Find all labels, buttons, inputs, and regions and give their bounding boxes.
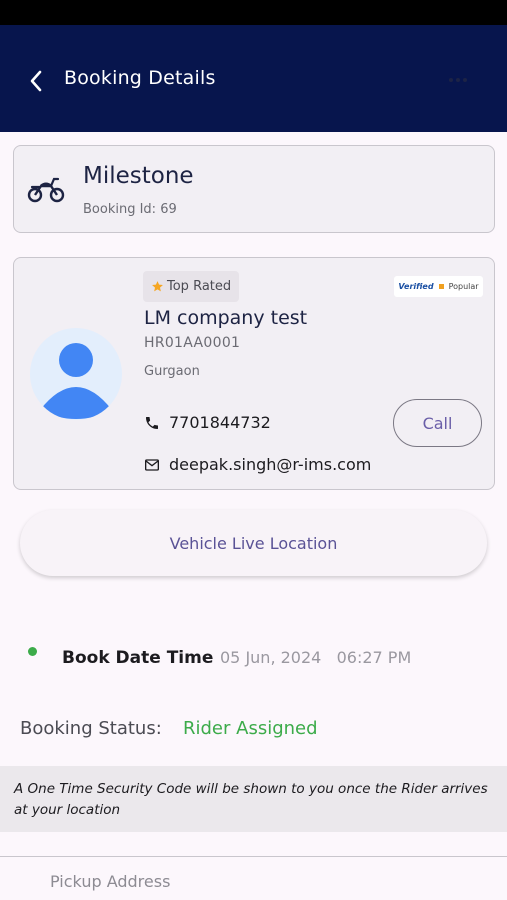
- popular-square-icon: [438, 284, 444, 289]
- badge-label: Top Rated: [167, 279, 232, 294]
- booking-status-value: Rider Assigned: [183, 718, 318, 739]
- company-name: LM company test: [144, 307, 308, 329]
- status-bar: [0, 0, 507, 25]
- more-dot-icon: [456, 78, 460, 82]
- booking-status-label: Booking Status:: [20, 718, 162, 739]
- avatar: [30, 328, 122, 420]
- divider: [0, 856, 507, 857]
- vehicle-plate: HR01AA0001: [144, 335, 241, 351]
- booking-id: Booking Id: 69: [83, 202, 177, 217]
- service-card: Milestone Booking Id: 69: [13, 145, 495, 233]
- vehicle-live-location-button[interactable]: Vehicle Live Location: [20, 510, 487, 576]
- rider-card: Top Rated Verified Popular LM company te…: [13, 257, 495, 490]
- page-title: Booking Details: [64, 67, 216, 89]
- phone-number: 7701844732: [169, 413, 271, 432]
- service-name: Milestone: [83, 163, 194, 189]
- person-icon: [40, 343, 112, 419]
- more-options-button[interactable]: [440, 70, 476, 90]
- email-address: deepak.singh@r-ims.com: [169, 455, 372, 474]
- more-dot-icon: [463, 78, 467, 82]
- book-date-time-value: 05 Jun, 2024 06:27 PM: [220, 648, 412, 667]
- rider-city: Gurgaon: [144, 364, 200, 379]
- phone-icon: [146, 416, 158, 429]
- call-button[interactable]: Call: [393, 399, 482, 447]
- top-rated-badge: Top Rated: [143, 271, 240, 302]
- star-icon: [152, 281, 163, 292]
- verified-label: Verified: [398, 282, 434, 291]
- phone-row: 7701844732: [144, 413, 271, 432]
- email-icon: [145, 458, 159, 471]
- app-bar: Booking Details: [0, 25, 507, 132]
- book-date-time-label: Book Date Time: [62, 648, 214, 668]
- more-dot-icon: [449, 78, 453, 82]
- popular-label: Popular: [448, 282, 479, 291]
- back-button[interactable]: [20, 65, 52, 97]
- pickup-address-label: Pickup Address: [50, 872, 171, 891]
- motorbike-icon: [27, 177, 65, 203]
- email-row: deepak.singh@r-ims.com: [144, 455, 371, 474]
- security-code-note: A One Time Security Code will be shown t…: [0, 766, 507, 832]
- timeline-dot-icon: [28, 647, 37, 656]
- verified-popular-tag: Verified Popular: [394, 276, 483, 297]
- back-arrow-icon: [30, 70, 42, 92]
